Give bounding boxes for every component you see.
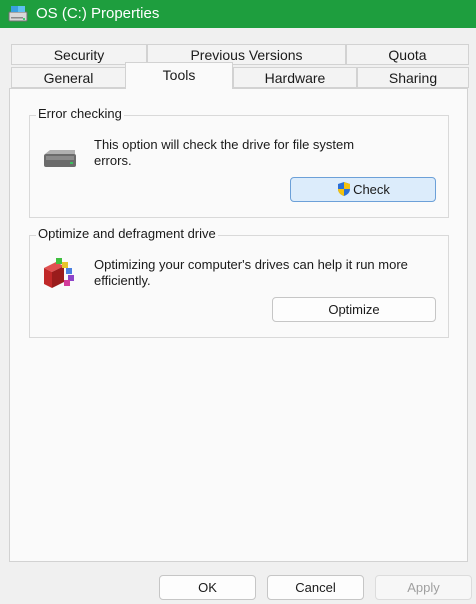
- tab-label: Previous Versions: [190, 47, 303, 63]
- drive-properties-icon: [8, 4, 30, 24]
- error-checking-description: This option will check the drive for fil…: [94, 137, 355, 168]
- tab-quota[interactable]: Quota: [346, 44, 469, 65]
- ok-button-label: OK: [198, 580, 217, 595]
- tab-label: Hardware: [264, 70, 326, 86]
- defrag-icon: [42, 256, 78, 293]
- tools-panel: Error checking This option will check th…: [9, 88, 468, 562]
- optimize-group: Optimize and defragment drive Optimizing…: [29, 226, 449, 338]
- check-button-label: Check: [353, 182, 390, 197]
- optimize-button-label: Optimize: [328, 302, 380, 317]
- uac-shield-icon: [336, 181, 352, 204]
- check-button[interactable]: Check: [290, 177, 436, 202]
- window-title: OS (C:) Properties: [36, 5, 160, 22]
- apply-button-label: Apply: [407, 580, 440, 595]
- error-checking-group: Error checking This option will check th…: [29, 106, 449, 218]
- tab-general[interactable]: General: [11, 67, 126, 88]
- optimize-button[interactable]: Optimize: [272, 297, 436, 322]
- title-bar: OS (C:) Properties: [0, 0, 476, 28]
- optimize-description: Optimizing your computer's drives can he…: [94, 257, 408, 288]
- tab-label: Tools: [162, 67, 196, 83]
- cancel-button[interactable]: Cancel: [267, 575, 364, 600]
- ok-button[interactable]: OK: [159, 575, 256, 600]
- hard-drive-icon: [42, 149, 78, 172]
- tab-hardware[interactable]: Hardware: [233, 67, 357, 88]
- tab-label: Security: [53, 47, 105, 63]
- error-checking-label: Error checking: [36, 106, 124, 122]
- tab-label: Quota: [388, 47, 427, 63]
- tab-sharing[interactable]: Sharing: [357, 67, 469, 88]
- tab-tools[interactable]: Tools: [125, 62, 233, 89]
- apply-button[interactable]: Apply: [375, 575, 472, 600]
- cancel-button-label: Cancel: [295, 580, 336, 595]
- tab-label: General: [43, 70, 94, 86]
- tab-label: Sharing: [388, 70, 438, 86]
- optimize-label: Optimize and defragment drive: [36, 226, 218, 242]
